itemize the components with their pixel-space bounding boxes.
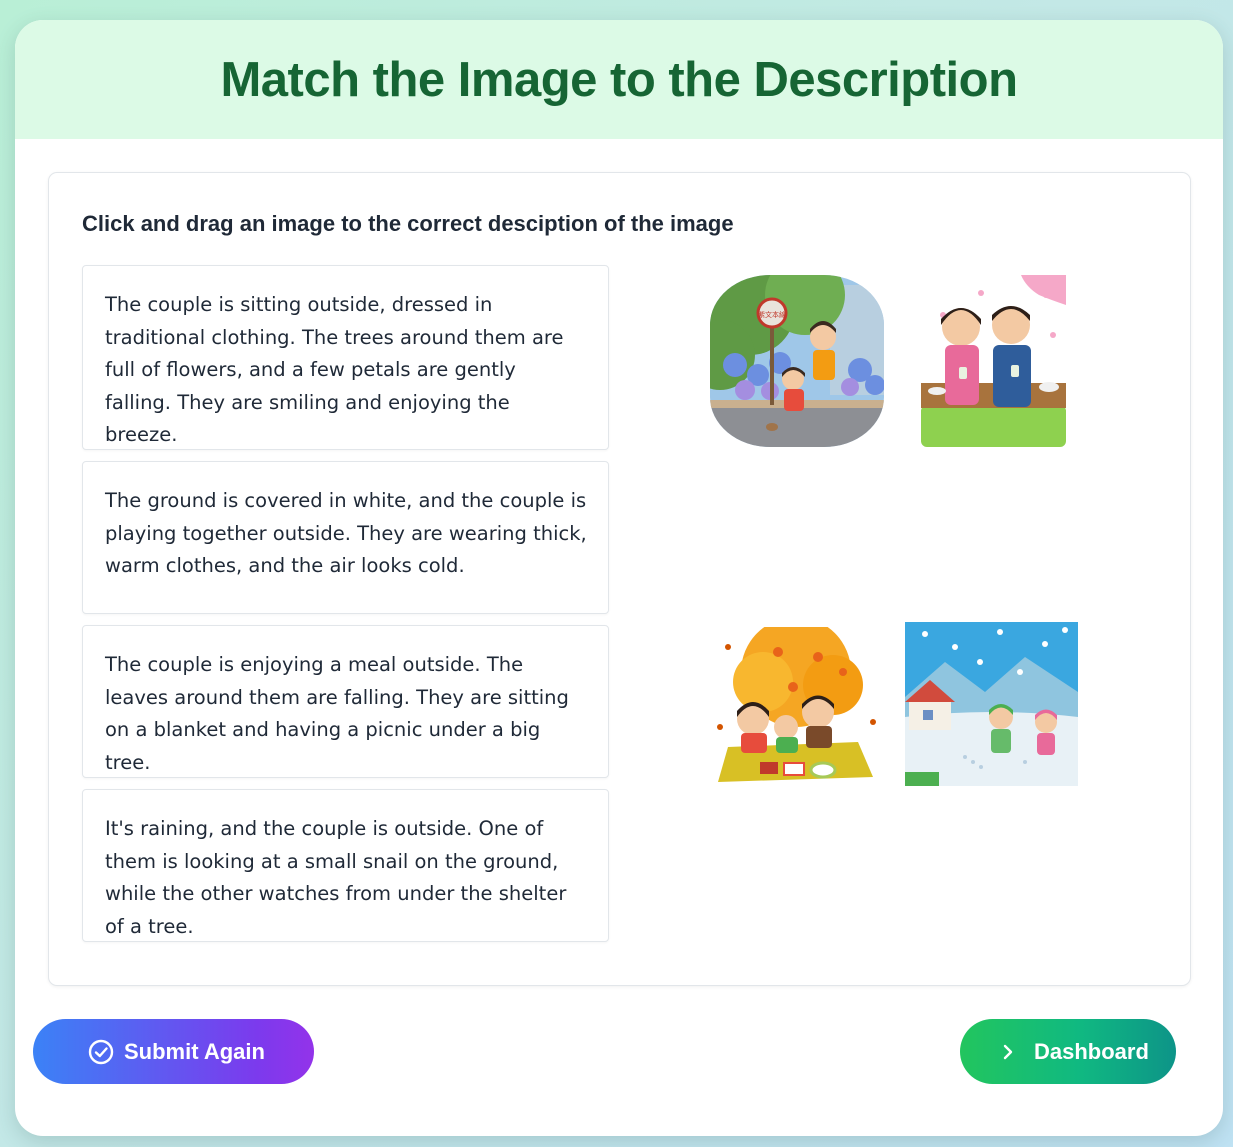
spring-blossom-kimono-couple-image[interactable] xyxy=(921,275,1066,447)
page-header: Match the Image to the Description xyxy=(15,20,1223,139)
winter-snow-play-image[interactable] xyxy=(905,622,1078,786)
description-drop-zone-1[interactable]: The couple is sitting outside, dressed i… xyxy=(82,265,609,450)
rainy-scene-illustration: 紫文本線 xyxy=(710,275,884,447)
description-text: The couple is sitting outside, dressed i… xyxy=(105,293,564,446)
dashboard-label: Dashboard xyxy=(1034,1038,1149,1064)
submit-again-label: Submit Again xyxy=(124,1038,265,1064)
chevron-right-icon xyxy=(1000,1042,1016,1062)
spring-scene-illustration xyxy=(921,275,1066,447)
page-title: Match the Image to the Description xyxy=(220,52,1018,107)
dashboard-button[interactable]: Dashboard xyxy=(960,1019,1176,1084)
activity-card: Match the Image to the Description Click… xyxy=(15,20,1223,1136)
rainy-hydrangea-snail-image[interactable]: 紫文本線 xyxy=(710,275,884,447)
description-drop-zone-2[interactable]: The ground is covered in white, and the … xyxy=(82,461,609,614)
submit-again-button[interactable]: Submit Again xyxy=(33,1019,314,1084)
matching-panel: Click and drag an image to the correct d… xyxy=(48,172,1191,986)
description-text: The ground is covered in white, and the … xyxy=(105,489,587,577)
description-drop-zone-3[interactable]: The couple is enjoying a meal outside. T… xyxy=(82,625,609,778)
description-drop-zone-4[interactable]: It's raining, and the couple is outside.… xyxy=(82,789,609,942)
winter-scene-illustration xyxy=(905,622,1078,786)
description-text: It's raining, and the couple is outside.… xyxy=(105,817,567,938)
check-circle-icon xyxy=(88,1039,114,1065)
autumn-scene-illustration xyxy=(708,627,880,785)
description-text: The couple is enjoying a meal outside. T… xyxy=(105,653,569,774)
sign-text: 紫文本線 xyxy=(758,310,786,319)
autumn-picnic-image[interactable] xyxy=(708,627,880,785)
instruction-text: Click and drag an image to the correct d… xyxy=(82,211,734,236)
